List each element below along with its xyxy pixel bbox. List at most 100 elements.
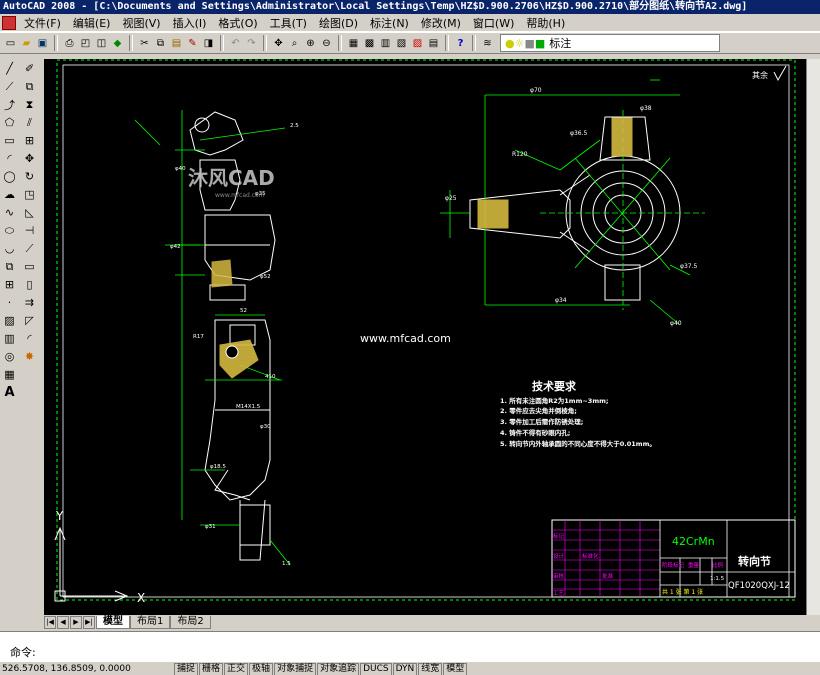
prev-tab-icon[interactable]: ◀ <box>57 615 69 629</box>
menu-edit[interactable]: 编辑(E) <box>67 15 117 31</box>
drawing-canvas[interactable]: φ70 R120 φ36.5 φ37.5 φ34 φ40 φ25 φ38 2.5… <box>44 59 806 615</box>
menu-insert[interactable]: 插入(I) <box>167 15 213 31</box>
sheet-set-icon[interactable]: ▧ <box>394 36 409 51</box>
menu-draw[interactable]: 绘图(D) <box>313 15 364 31</box>
ellipse-icon[interactable]: ⬭ <box>1 222 18 239</box>
tool-palettes-icon[interactable]: ▥ <box>378 36 393 51</box>
chamfer-icon[interactable]: ◸ <box>21 312 38 329</box>
pan-icon[interactable]: ✥ <box>271 36 286 51</box>
explode-icon[interactable]: ✸ <box>21 348 38 365</box>
construction-line-icon[interactable]: ⟋ <box>1 78 18 95</box>
table-icon[interactable]: ▦ <box>1 366 18 383</box>
offset-icon[interactable]: ⫽ <box>21 114 38 131</box>
zoom-window-icon[interactable]: ⊕ <box>303 36 318 51</box>
tab-layout1[interactable]: 布局1 <box>130 615 171 629</box>
line-icon[interactable]: ╱ <box>1 60 18 77</box>
last-tab-icon[interactable]: ▶| <box>83 615 95 629</box>
cut-icon[interactable]: ✂ <box>137 36 152 51</box>
zoom-realtime-icon[interactable]: ⌕ <box>287 36 302 51</box>
insert-block-icon[interactable]: ⧉ <box>1 258 18 275</box>
layer-dropdown[interactable]: ● ☼ ■ ■ 标注 <box>500 34 720 52</box>
redo-icon[interactable]: ↷ <box>244 36 259 51</box>
properties-icon[interactable]: ▦ <box>346 36 361 51</box>
sun-icon: ☼ <box>514 36 525 50</box>
svg-text:φ40: φ40 <box>670 320 682 327</box>
markup-icon[interactable]: ▨ <box>410 36 425 51</box>
dyn-toggle[interactable]: DYN <box>392 663 418 675</box>
publish-icon[interactable]: ◫ <box>94 36 109 51</box>
region-icon[interactable]: ◎ <box>1 348 18 365</box>
snap-toggle[interactable]: 捕捉 <box>174 663 199 675</box>
grid-toggle[interactable]: 栅格 <box>199 663 224 675</box>
app-icon[interactable] <box>2 15 16 30</box>
command-window[interactable]: 命令: <box>0 631 820 662</box>
menu-file[interactable]: 文件(F) <box>18 15 67 31</box>
print-icon[interactable]: ⎙ <box>62 36 77 51</box>
calculator-icon[interactable]: ▤ <box>426 36 441 51</box>
save-icon[interactable]: ▣ <box>35 36 50 51</box>
copy-object-icon[interactable]: ⧉ <box>21 78 38 95</box>
modify-toolbar: ✐ ⧉ ⧗ ⫽ ⊞ ✥ ↻ ◳ ◺ ⊣ ⟋ ▭ ▯ ⇉ ◸ ◜ ✸ <box>20 60 39 365</box>
menu-dimension[interactable]: 标注(N) <box>364 15 415 31</box>
revision-cloud-icon[interactable]: ☁ <box>1 186 18 203</box>
3d-dwf-icon[interactable]: ◆ <box>110 36 125 51</box>
point-icon[interactable]: · <box>1 294 18 311</box>
mirror-icon[interactable]: ⧗ <box>21 96 38 113</box>
move-icon[interactable]: ✥ <box>21 150 38 167</box>
circle-icon[interactable]: ◯ <box>1 168 18 185</box>
menu-format[interactable]: 格式(O) <box>212 15 263 31</box>
menu-view[interactable]: 视图(V) <box>116 15 166 31</box>
layer-manager-icon[interactable]: ≋ <box>480 36 495 51</box>
mtext-icon[interactable]: A <box>1 384 18 401</box>
otrack-toggle[interactable]: 对象追踪 <box>317 663 360 675</box>
menu-help[interactable]: 帮助(H) <box>520 15 571 31</box>
copy-icon[interactable]: ⧉ <box>153 36 168 51</box>
first-tab-icon[interactable]: |◀ <box>44 615 56 629</box>
osnap-toggle[interactable]: 对象捕捉 <box>274 663 317 675</box>
match-properties-icon[interactable]: ✎ <box>185 36 200 51</box>
new-icon[interactable]: ▭ <box>3 36 18 51</box>
tab-model[interactable]: 模型 <box>96 615 130 629</box>
open-icon[interactable]: ▰ <box>19 36 34 51</box>
rotate-icon[interactable]: ↻ <box>21 168 38 185</box>
polar-toggle[interactable]: 极轴 <box>249 663 274 675</box>
preview-icon[interactable]: ◰ <box>78 36 93 51</box>
rectangle-icon[interactable]: ▭ <box>1 132 18 149</box>
spline-icon[interactable]: ∿ <box>1 204 18 221</box>
polyline-icon[interactable]: ⤴ <box>1 96 18 113</box>
erase-icon[interactable]: ✐ <box>21 60 38 77</box>
hatch-icon[interactable]: ▨ <box>1 312 18 329</box>
design-center-icon[interactable]: ▩ <box>362 36 377 51</box>
next-tab-icon[interactable]: ▶ <box>70 615 82 629</box>
fillet-icon[interactable]: ◜ <box>21 330 38 347</box>
model-toggle[interactable]: 模型 <box>443 663 468 675</box>
make-block-icon[interactable]: ⊞ <box>1 276 18 293</box>
ortho-toggle[interactable]: 正交 <box>224 663 249 675</box>
extend-icon[interactable]: ⟋ <box>21 240 38 257</box>
vertical-scrollbar[interactable] <box>806 59 820 615</box>
lineweight-toggle[interactable]: 线宽 <box>418 663 443 675</box>
tab-layout2[interactable]: 布局2 <box>170 615 211 629</box>
ellipse-arc-icon[interactable]: ◡ <box>1 240 18 257</box>
trim-icon[interactable]: ⊣ <box>21 222 38 239</box>
join-icon[interactable]: ⇉ <box>21 294 38 311</box>
help-icon[interactable]: ? <box>453 36 468 51</box>
stretch-icon[interactable]: ◺ <box>21 204 38 221</box>
paste-icon[interactable]: ▤ <box>169 36 184 51</box>
zoom-previous-icon[interactable]: ⊖ <box>319 36 334 51</box>
toolbar-divider <box>54 35 58 51</box>
undo-icon[interactable]: ↶ <box>228 36 243 51</box>
block-editor-icon[interactable]: ◨ <box>201 36 216 51</box>
ducs-toggle[interactable]: DUCS <box>360 663 392 675</box>
gradient-icon[interactable]: ▥ <box>1 330 18 347</box>
arc-icon[interactable]: ◜ <box>1 150 18 167</box>
break-point-icon[interactable]: ▭ <box>21 258 38 275</box>
menu-modify[interactable]: 修改(M) <box>415 15 467 31</box>
menu-window[interactable]: 窗口(W) <box>467 15 520 31</box>
polygon-icon[interactable]: ⬠ <box>1 114 18 131</box>
menu-tools[interactable]: 工具(T) <box>264 15 313 31</box>
command-prompt[interactable]: 命令: <box>10 644 36 660</box>
scale-icon[interactable]: ◳ <box>21 186 38 203</box>
break-icon[interactable]: ▯ <box>21 276 38 293</box>
array-icon[interactable]: ⊞ <box>21 132 38 149</box>
